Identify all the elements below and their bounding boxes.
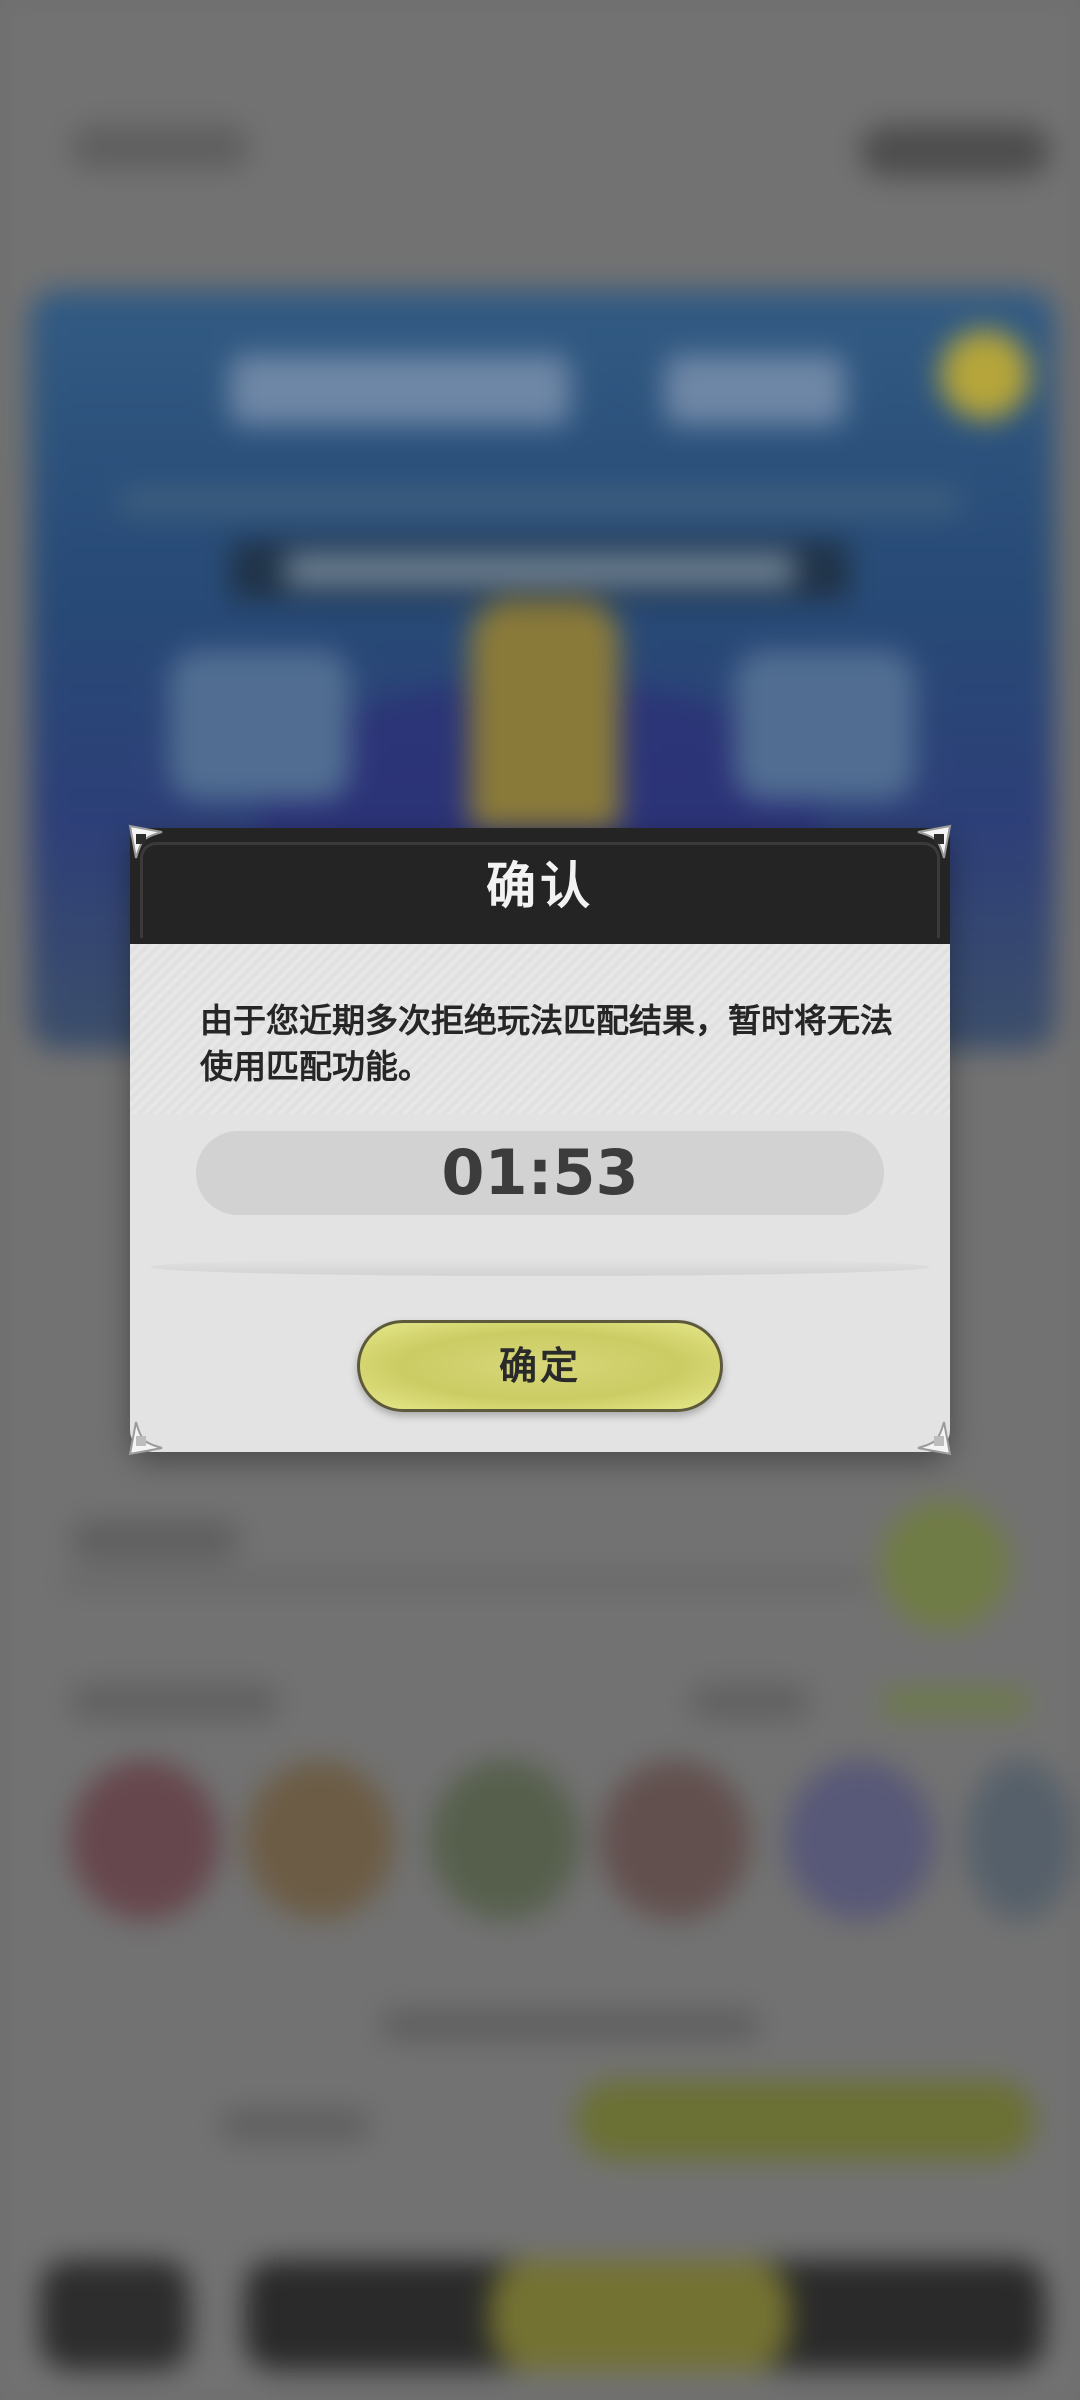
avatar	[785, 1760, 935, 1920]
avatar	[600, 1760, 750, 1920]
banner-title-secondary	[665, 355, 845, 425]
caption-text	[380, 2010, 760, 2040]
corner-ornament-icon	[126, 822, 166, 862]
bottom-left-button	[40, 2260, 190, 2370]
section-divider	[60, 1575, 870, 1587]
corner-ornament-icon	[914, 1418, 954, 1458]
character-right	[735, 650, 915, 800]
banner-title	[230, 355, 570, 425]
primary-action-bar	[575, 2080, 1035, 2160]
dialog-message: 由于您近期多次拒绝玩法匹配结果，暂时将无法使用匹配功能。	[200, 1001, 893, 1086]
confirm-dialog: 确认 由于您近期多次拒绝玩法匹配结果，暂时将无法使用匹配功能。 01:53 确定	[128, 824, 952, 1456]
list-link	[880, 1690, 1030, 1716]
divider	[150, 1258, 930, 1276]
confirm-button-label: 确定	[498, 1344, 581, 1388]
avatar	[965, 1760, 1075, 1920]
confirm-button[interactable]: 确定	[357, 1320, 723, 1412]
banner-subtitle	[120, 490, 960, 514]
coin-icon	[940, 330, 1030, 420]
dialog-title: 确认	[486, 857, 594, 915]
list-title	[70, 1685, 280, 1719]
option-label	[220, 2110, 370, 2140]
round-action-button	[880, 1500, 1010, 1630]
avatar	[245, 1760, 395, 1920]
corner-ornament-icon	[914, 822, 954, 862]
match-button	[490, 2260, 790, 2370]
corner-ornament-icon	[126, 1418, 166, 1458]
avatar	[430, 1760, 580, 1920]
trophy-icon	[470, 600, 620, 830]
avatar	[70, 1760, 220, 1920]
banner-ribbon-text	[285, 553, 795, 587]
countdown-timer: 01:53	[196, 1131, 884, 1215]
dialog-header: 确认	[130, 828, 950, 944]
countdown-value: 01:53	[441, 1136, 639, 1209]
top-left-label	[70, 125, 250, 169]
section-label	[70, 1520, 240, 1560]
character-left	[170, 650, 350, 800]
list-subtitle	[690, 1685, 810, 1719]
top-right-button	[860, 125, 1050, 177]
